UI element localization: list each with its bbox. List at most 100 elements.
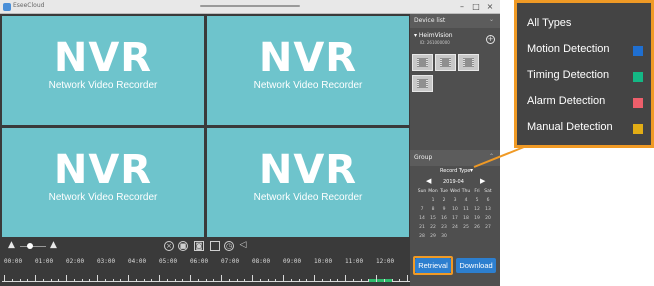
calendar-day[interactable]: 27: [482, 225, 494, 230]
record-type-select[interactable]: Record Type: [440, 168, 470, 174]
close-button[interactable]: ×: [484, 1, 496, 13]
download-button[interactable]: Download: [456, 258, 496, 273]
record-icon[interactable]: ■: [178, 241, 188, 251]
calendar-day[interactable]: 30: [438, 234, 450, 239]
legend-swatch: [633, 124, 643, 134]
timeline[interactable]: 00:00 01:00 02:00 03:00 04:00 05:00 06:00 07:00…: [2, 258, 410, 286]
legend-label: Manual Detection: [527, 121, 613, 133]
maximize-button[interactable]: □: [470, 1, 482, 13]
device-name-label: HeimVision: [418, 32, 453, 39]
timeline-tick: [337, 279, 339, 282]
video-grid: NVR Network Video Recorder NVR Network V…: [2, 16, 410, 238]
chevron-down-icon: ⌄: [488, 16, 494, 23]
legend-swatch: [633, 72, 643, 82]
drag-handle[interactable]: [200, 5, 300, 7]
zoom-slider-knob[interactable]: [27, 243, 33, 249]
film-icon: [440, 58, 451, 67]
timeline-tick: [244, 279, 246, 282]
device-name[interactable]: ▾ HeimVision: [414, 32, 453, 39]
legend-swatch: [633, 98, 643, 108]
timeline-tick: [321, 279, 323, 282]
calendar-prev-button[interactable]: ◀: [426, 177, 431, 185]
playback-controls: ▲ ▲ × ■ ◙ ◷ ◁ 00:00 01:00 02:00 03:00 04:00 0…: [2, 238, 410, 286]
camera-channel-2[interactable]: [435, 54, 456, 71]
nvr-logo-text: NVR: [53, 35, 153, 81]
timeline-label: 05:00: [159, 258, 178, 265]
timeline-tick: [11, 279, 13, 282]
legend-swatch: [633, 46, 643, 56]
timeline-tick: [368, 279, 370, 282]
video-tile-4[interactable]: NVR Network Video Recorder: [207, 128, 409, 237]
video-tile-1[interactable]: NVR Network Video Recorder: [2, 16, 204, 125]
timeline-tick: [128, 275, 129, 282]
timeline-tick: [314, 275, 315, 282]
timeline-tick: [306, 279, 308, 282]
timeline-label: 08:00: [252, 258, 271, 265]
video-tile-2[interactable]: NVR Network Video Recorder: [207, 16, 409, 125]
retrieval-highlight: [413, 256, 453, 275]
device-list-title: Device list: [414, 17, 446, 24]
camera-channel-3[interactable]: [458, 54, 479, 71]
snapshot-icon[interactable]: ×: [164, 241, 174, 251]
timeline-tick: [252, 275, 253, 282]
calendar-next-button[interactable]: ▶: [480, 177, 485, 185]
timeline-tick: [345, 275, 346, 282]
timeline-label: 00:00: [4, 258, 23, 265]
recording-segment[interactable]: [368, 279, 392, 282]
timeline-tick: [135, 279, 137, 282]
timeline-tick: [42, 279, 44, 282]
photo-icon[interactable]: ◙: [194, 241, 204, 251]
minimize-button[interactable]: –: [456, 1, 468, 13]
volume-icon[interactable]: ◁: [238, 241, 248, 251]
group-title: Group: [414, 154, 433, 161]
timeline-tick: [267, 279, 269, 282]
timeline-tick: [329, 279, 331, 282]
square-icon[interactable]: [210, 241, 220, 251]
app-window: EseeCloud – □ × NVR Network Video Record…: [0, 0, 500, 286]
title-bar: EseeCloud – □ ×: [0, 0, 500, 14]
timeline-label: 01:00: [35, 258, 54, 265]
timeline-tick: [151, 279, 153, 282]
mountain-small-icon: ▲: [8, 240, 15, 250]
timeline-tick: [73, 279, 75, 282]
nvr-logo-text: NVR: [258, 35, 358, 81]
timeline-tick: [205, 279, 207, 282]
zoom-slider-track[interactable]: [20, 246, 46, 247]
timeline-label: 12:00: [376, 258, 395, 265]
camera-channel-4[interactable]: [412, 75, 433, 92]
timeline-tick: [352, 279, 354, 282]
timeline-tick: [4, 275, 5, 282]
timeline-tick: [275, 279, 277, 282]
clock-icon[interactable]: ◷: [224, 241, 234, 251]
film-icon: [417, 58, 428, 67]
mountain-large-icon: ▲: [50, 240, 57, 250]
nvr-subtitle: Network Video Recorder: [253, 192, 363, 203]
timeline-tick: [383, 279, 385, 282]
nvr-subtitle: Network Video Recorder: [48, 192, 158, 203]
add-icon[interactable]: +: [486, 35, 495, 44]
timeline-tick: [399, 279, 401, 282]
legend-label: Motion Detection: [527, 43, 610, 55]
timeline-tick: [174, 279, 176, 282]
timeline-tick: [27, 279, 29, 282]
nvr-subtitle: Network Video Recorder: [48, 80, 158, 91]
record-type-legend: All Types Motion Detection Timing Detectio…: [514, 0, 654, 148]
calendar-day[interactable]: 20: [482, 216, 494, 221]
timeline-tick: [391, 279, 393, 282]
timeline-tick: [89, 279, 91, 282]
calendar-day[interactable]: 6: [482, 198, 494, 203]
calendar-day[interactable]: 13: [482, 207, 494, 212]
timeline-label: 07:00: [221, 258, 240, 265]
timeline-label: 10:00: [314, 258, 333, 265]
device-list-header[interactable]: Device list ⌄: [410, 14, 500, 28]
timeline-tick: [81, 279, 83, 282]
timeline-tick: [190, 275, 191, 282]
timeline-tick: [221, 275, 222, 282]
video-tile-3[interactable]: NVR Network Video Recorder: [2, 128, 204, 237]
timeline-tick: [58, 279, 60, 282]
timeline-tick: [66, 275, 67, 282]
film-icon: [417, 79, 428, 88]
timeline-tick: [407, 275, 408, 282]
camera-channel-1[interactable]: [412, 54, 433, 71]
film-icon: [463, 58, 474, 67]
